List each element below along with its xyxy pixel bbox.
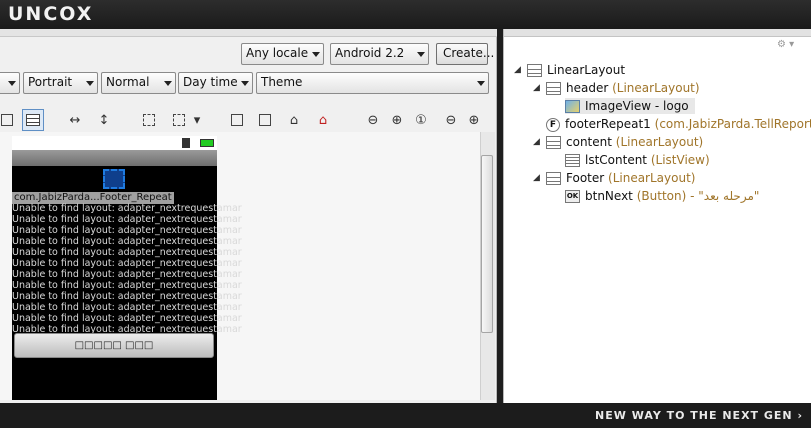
expand-arrow-icon[interactable]: ◢ <box>533 173 540 183</box>
expand-arrow-icon[interactable]: ◢ <box>533 137 540 147</box>
button-icon: OK <box>565 190 580 203</box>
layout-editor-panel: Any locale Android 2.2 Create... Portrai… <box>0 29 497 403</box>
error-line: Unable to find layout: adapter_nextreque… <box>12 302 242 313</box>
zoom-out-icon[interactable]: ⊖ <box>440 109 462 131</box>
config-dropdown[interactable] <box>0 72 20 94</box>
linear-layout-icon <box>546 172 561 185</box>
battery-icon <box>200 139 214 147</box>
status-bar <box>12 136 217 150</box>
zoom-in-icon[interactable]: ⊕ <box>463 109 485 131</box>
gravity-icon[interactable] <box>168 109 190 131</box>
zoom-real-icon[interactable]: ⊕ <box>386 109 408 131</box>
chevron-down-icon <box>312 52 320 57</box>
title-bar: UNCOX <box>0 0 811 29</box>
editor-tab-strip <box>0 29 497 37</box>
error-line: Unable to find layout: adapter_nextreque… <box>12 203 242 214</box>
outline-node-footer[interactable]: Footer (LinearLayout) <box>546 170 695 186</box>
distribute-icon[interactable] <box>226 109 248 131</box>
chevron-down-icon <box>86 81 94 86</box>
error-line: Unable to find layout: adapter_nextreque… <box>12 291 242 302</box>
margins-icon[interactable] <box>138 109 160 131</box>
outline-node-content[interactable]: content (LinearLayout) <box>546 134 703 150</box>
outline-node-header[interactable]: header (LinearLayout) <box>546 80 700 96</box>
chevron-down-icon <box>8 81 16 86</box>
platform-dropdown[interactable]: Android 2.2 <box>330 43 429 65</box>
chevron-down-icon <box>417 52 425 57</box>
logo-image[interactable] <box>103 169 125 189</box>
chevron-down-icon[interactable]: ▾ <box>190 109 204 131</box>
outline-node-btnnext[interactable]: OK btnNext (Button) - "مرحله بعد" <box>565 188 759 204</box>
zoom-fit-icon[interactable]: ⊖ <box>362 109 384 131</box>
theme-dropdown[interactable]: Theme <box>256 72 489 94</box>
footer-bar: NEW WAY TO THE NEXT GEN › <box>0 403 811 428</box>
app-title-bar <box>12 150 217 166</box>
create-button[interactable]: Create... <box>436 43 494 65</box>
list-layout-icon[interactable] <box>22 109 44 131</box>
image-icon <box>565 100 580 113</box>
brand-logo: UNCOX <box>8 3 94 25</box>
outline-node-linearlayout[interactable]: LinearLayout <box>527 62 625 78</box>
error-line: Unable to find layout: adapter_nextreque… <box>12 258 242 269</box>
expand-arrow-icon[interactable]: ◢ <box>533 83 540 93</box>
expand-arrow-icon[interactable]: ◢ <box>514 65 521 75</box>
outline-menu-icon[interactable]: ⚙ ▾ <box>777 39 807 53</box>
linear-layout-icon <box>527 64 542 77</box>
outline-node-footerrepeat1[interactable]: FfooterRepeat1 (com.JabizParda.TellRepor… <box>546 116 811 132</box>
fragment-icon: F <box>546 117 560 132</box>
baseline-icon[interactable]: ⌂ <box>283 109 305 131</box>
zoom-100-icon[interactable]: ① <box>410 109 432 131</box>
signal-icon <box>182 138 190 148</box>
error-line: Unable to find layout: adapter_nextreque… <box>12 280 242 291</box>
error-line: Unable to find layout: adapter_nextreque… <box>12 269 242 280</box>
mode-dropdown[interactable]: Normal <box>101 72 176 94</box>
fill-height-icon[interactable]: ↕ <box>93 109 115 131</box>
outline-node-imageview-logo[interactable]: ImageView - logo <box>565 98 695 114</box>
linear-layout-icon <box>546 82 561 95</box>
next-button[interactable]: □□□□□ □□□ <box>14 333 214 358</box>
outline-tab-strip <box>504 29 811 37</box>
clear-weights-icon[interactable]: ⌂ <box>312 109 334 131</box>
list-icon <box>565 154 580 167</box>
tagline: NEW WAY TO THE NEXT GEN › <box>595 409 803 422</box>
orientation-dropdown[interactable]: Portrait <box>23 72 98 94</box>
chevron-down-icon <box>164 81 172 86</box>
chevron-down-icon <box>241 81 249 86</box>
locale-dropdown[interactable]: Any locale <box>241 43 324 65</box>
error-line: Unable to find layout: adapter_nextreque… <box>12 214 242 225</box>
linear-layout-icon <box>546 136 561 149</box>
time-dropdown[interactable]: Day time <box>178 72 253 94</box>
scrollbar-thumb[interactable] <box>481 155 493 333</box>
error-line: Unable to find layout: adapter_nextreque… <box>12 313 242 324</box>
chevron-down-icon <box>477 81 485 86</box>
outline-node-lstcontent[interactable]: lstContent (ListView) <box>565 152 710 168</box>
outline-panel: ⚙ ▾ ◢ LinearLayout ◢ header (LinearLayou… <box>503 29 811 403</box>
error-line: Unable to find layout: adapter_nextreque… <box>12 225 242 236</box>
layout-mode-icon[interactable] <box>0 109 18 131</box>
weight-icon[interactable] <box>254 109 276 131</box>
error-line: Unable to find layout: adapter_nextreque… <box>12 247 242 258</box>
error-line: Unable to find layout: adapter_nextreque… <box>12 236 242 247</box>
fill-width-icon[interactable]: ↔ <box>64 109 86 131</box>
